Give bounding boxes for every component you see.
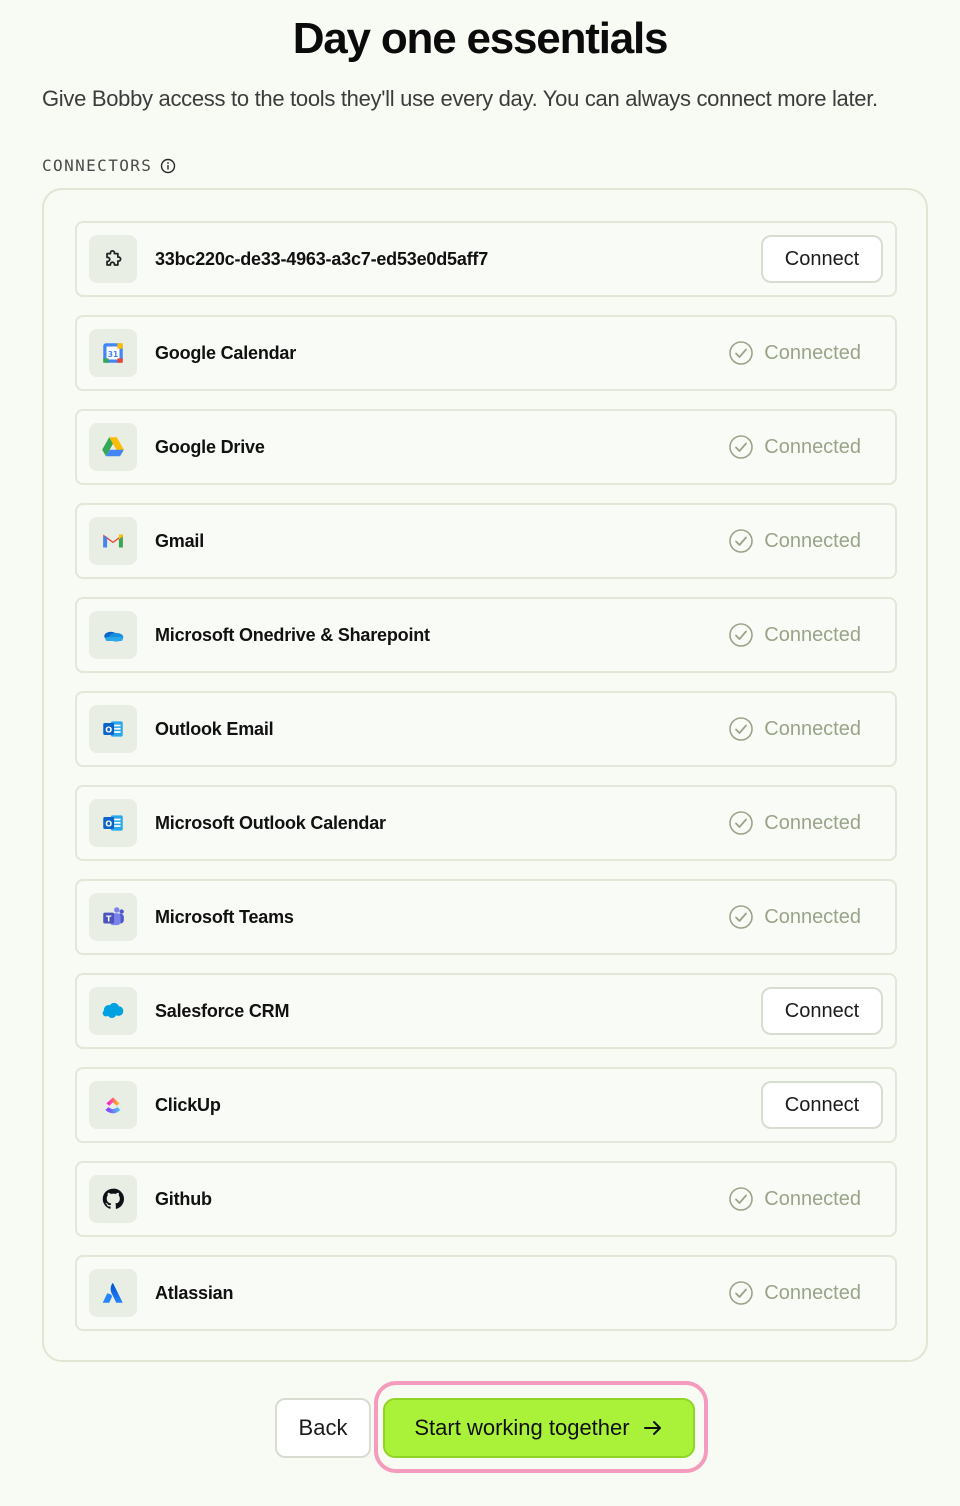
connected-label: Connected <box>764 905 861 928</box>
connector-row-clickup: ClickUp Connect <box>75 1067 897 1143</box>
info-icon[interactable] <box>160 158 176 174</box>
connector-name: Microsoft Teams <box>155 906 294 927</box>
connected-label: Connected <box>764 623 861 646</box>
connector-row-atlassian: Atlassian Connected <box>75 1255 897 1331</box>
connector-name: ClickUp <box>155 1094 221 1115</box>
check-circle-icon <box>729 435 754 459</box>
connected-status: Connected <box>728 340 861 366</box>
check-circle-icon <box>729 905 754 929</box>
connected-label: Connected <box>764 529 861 552</box>
page-subtitle: Give Bobby access to the tools they'll u… <box>42 86 878 111</box>
svg-text:T: T <box>106 913 112 923</box>
connected-status: Connected <box>728 904 861 930</box>
connector-name: Microsoft Outlook Calendar <box>155 812 386 833</box>
connector-name: Google Calendar <box>155 342 297 363</box>
connector-name: Outlook Email <box>155 718 274 739</box>
connector-row-microsoft-outlook-calendar: O Microsoft Outlook Calendar Connected <box>75 785 897 861</box>
connect-button[interactable]: Connect <box>761 1081 883 1129</box>
connected-status: Connected <box>728 528 861 554</box>
connector-row-gmail: Gmail Connected <box>75 503 897 579</box>
connected-status: Connected <box>728 810 861 836</box>
connected-label: Connected <box>764 1281 861 1304</box>
svg-text:O: O <box>105 724 112 734</box>
check-circle-icon <box>729 717 754 741</box>
connected-status: Connected <box>728 1186 861 1212</box>
check-circle-icon <box>729 811 754 835</box>
connector-name: 33bc220c-de33-4963-a3c7-ed53e0d5aff7 <box>155 248 489 269</box>
clickup-icon <box>89 1081 137 1129</box>
connector-name: Gmail <box>155 530 205 551</box>
connector-name: Github <box>155 1188 212 1209</box>
connected-label: Connected <box>764 435 861 458</box>
outlook-icon: O <box>89 705 137 753</box>
outlook-icon: O <box>89 799 137 847</box>
google-calendar-icon: 31 <box>89 329 137 377</box>
check-circle-icon <box>729 341 754 365</box>
back-button[interactable]: Back <box>275 1398 371 1458</box>
connected-status: Connected <box>728 434 861 460</box>
google-drive-icon <box>89 423 137 471</box>
github-icon <box>89 1175 137 1223</box>
puzzle-icon <box>89 235 137 283</box>
connected-status: Connected <box>728 716 861 742</box>
connector-row-microsoft-onedrive-sharepoint: Microsoft Onedrive & Sharepoint Connected <box>75 597 897 673</box>
atlassian-icon <box>89 1269 137 1317</box>
connector-row-outlook-email: O Outlook Email Connected <box>75 691 897 767</box>
connector-row-google-drive: Google Drive Connected <box>75 409 897 485</box>
connector-row-google-calendar: 31 Google Calendar Connected <box>75 315 897 391</box>
connectors-panel: 33bc220c-de33-4963-a3c7-ed53e0d5aff7 Conn… <box>42 188 928 1362</box>
connectors-label-text: CONNECTORS <box>42 156 153 175</box>
salesforce-icon <box>89 987 137 1035</box>
check-circle-icon <box>729 623 754 647</box>
teams-icon: T <box>89 893 137 941</box>
connected-label: Connected <box>764 717 861 740</box>
check-circle-icon <box>729 529 754 553</box>
connector-name: Microsoft Onedrive & Sharepoint <box>155 624 430 645</box>
svg-text:31: 31 <box>108 350 119 359</box>
start-working-together-button[interactable]: Start working together <box>383 1398 695 1458</box>
check-circle-icon <box>729 1281 754 1305</box>
connector-row-33bc220c-de33-4963-a3c7-ed53e0d5aff7: 33bc220c-de33-4963-a3c7-ed53e0d5aff7 Conn… <box>75 221 897 297</box>
start-button-label: Start working together <box>414 1415 630 1440</box>
connectors-list: 33bc220c-de33-4963-a3c7-ed53e0d5aff7 Conn… <box>75 221 897 1331</box>
connected-label: Connected <box>764 1187 861 1210</box>
connected-status: Connected <box>728 1280 861 1306</box>
connect-button[interactable]: Connect <box>761 987 883 1035</box>
check-circle-icon <box>729 1187 754 1211</box>
connected-status: Connected <box>728 622 861 648</box>
connected-label: Connected <box>764 341 861 364</box>
connector-row-github: Github Connected <box>75 1161 897 1237</box>
connector-row-salesforce-crm: Salesforce CRM Connect <box>75 973 897 1049</box>
connector-row-microsoft-teams: T Microsoft Teams Connected <box>75 879 897 955</box>
connector-name: Salesforce CRM <box>155 1000 290 1021</box>
connect-button[interactable]: Connect <box>761 235 883 283</box>
svg-text:O: O <box>105 818 112 828</box>
onedrive-icon <box>89 611 137 659</box>
connector-name: Google Drive <box>155 436 265 457</box>
arrow-right-icon <box>643 1421 661 1435</box>
gmail-icon <box>89 517 137 565</box>
page-title: Day one essentials <box>292 14 669 63</box>
connector-name: Atlassian <box>155 1282 234 1303</box>
connected-label: Connected <box>764 811 861 834</box>
connectors-section-label: CONNECTORS <box>42 156 176 175</box>
